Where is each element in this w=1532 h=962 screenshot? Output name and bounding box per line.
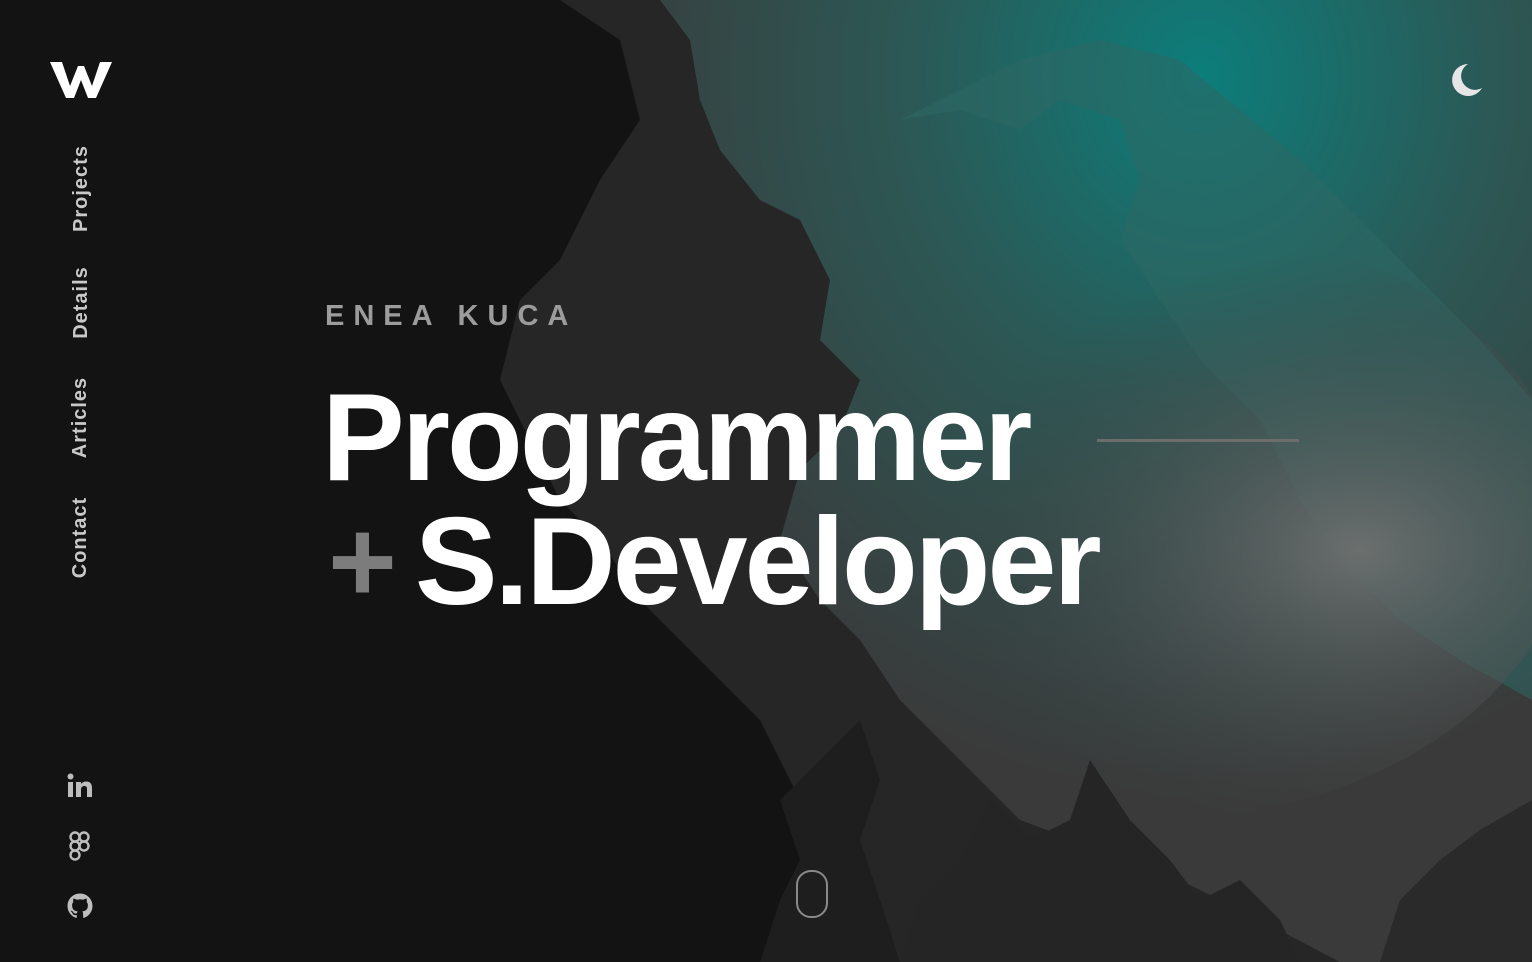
nav-item-projects[interactable]: Projects — [60, 140, 102, 236]
page: Projects Details Articles Contact ENEA K… — [0, 0, 1532, 962]
linkedin-link[interactable] — [62, 768, 98, 804]
linkedin-icon — [67, 773, 92, 797]
nav-item-articles[interactable]: Articles — [60, 374, 102, 460]
nav-item-contact[interactable]: Contact — [60, 492, 102, 582]
mouse-scroll-icon[interactable] — [796, 870, 828, 918]
github-link[interactable] — [62, 888, 98, 924]
hero-name: ENEA KUCA — [325, 300, 578, 332]
hero-role: S.Developer — [414, 493, 1102, 631]
hero-divider — [1097, 439, 1299, 442]
plus-icon: + — [328, 496, 397, 628]
nav-item-details[interactable]: Details — [60, 264, 102, 340]
social-links — [62, 768, 102, 928]
hero-title-line2: + S.Developer — [322, 492, 1102, 632]
side-nav: Projects Details Articles Contact — [60, 140, 102, 590]
nav-item-label: Articles — [69, 376, 92, 458]
hero-title-line1: Programmer — [322, 369, 1032, 507]
figma-link[interactable] — [62, 828, 98, 864]
github-icon — [67, 893, 93, 918]
nav-item-label: Projects — [69, 144, 92, 232]
w-logo-icon[interactable] — [50, 58, 112, 100]
moon-icon[interactable] — [1446, 60, 1486, 100]
figma-icon — [69, 831, 90, 861]
nav-item-label: Contact — [69, 496, 92, 578]
nav-item-label: Details — [69, 265, 92, 339]
